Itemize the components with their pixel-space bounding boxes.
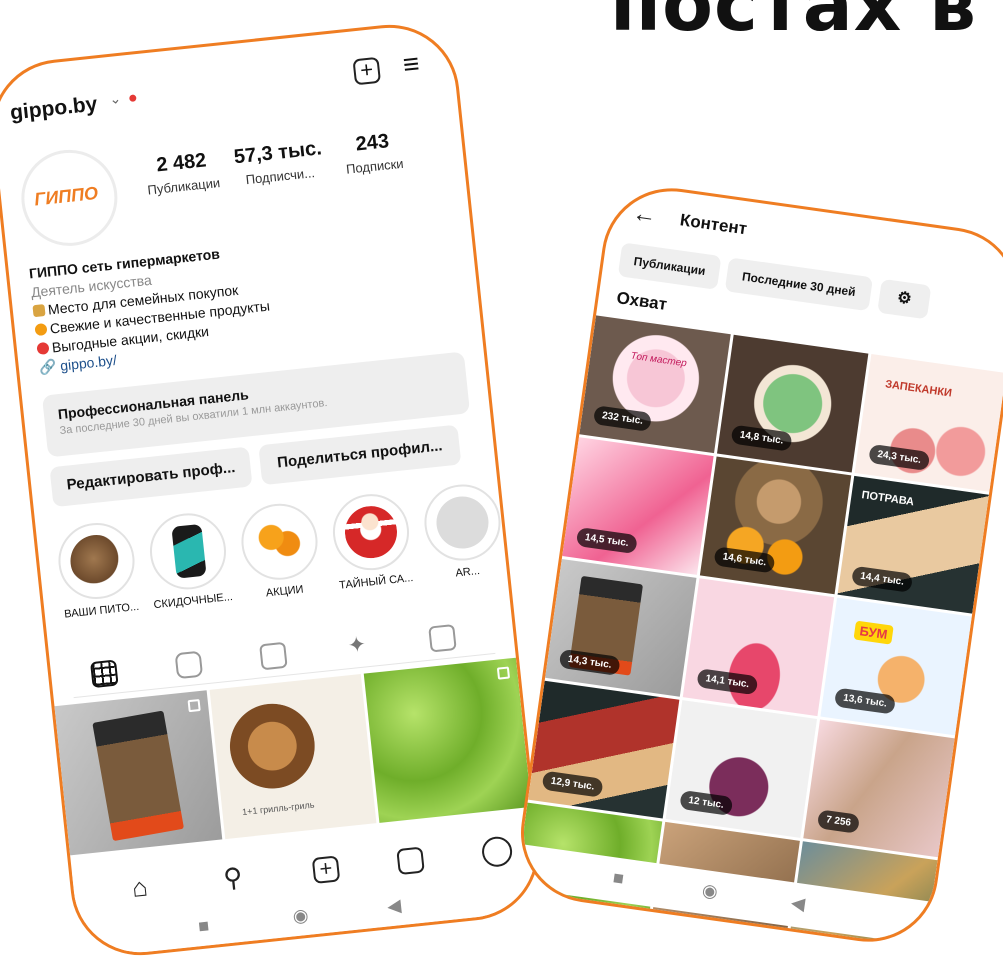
avatar[interactable]: ГИППО bbox=[16, 145, 123, 251]
post-tile[interactable] bbox=[364, 657, 532, 823]
post-tile[interactable]: 1+1 грилль-гриль bbox=[209, 673, 377, 840]
link-icon: 🔗 bbox=[38, 357, 62, 376]
filter-sliders-icon[interactable]: ⚙ bbox=[877, 278, 932, 320]
avatar-logo: ГИППО bbox=[33, 182, 99, 210]
reach-badge: 14,4 тыс. bbox=[851, 565, 914, 593]
highlight-label: СКИДОЧНЫЕ... bbox=[153, 590, 234, 612]
orange-icon bbox=[34, 322, 48, 337]
reach-badge: 14,5 тыс. bbox=[575, 526, 638, 555]
stat-value: 243 bbox=[354, 130, 391, 156]
reach-badge: 14,1 тыс. bbox=[696, 668, 759, 696]
reach-label: Охват bbox=[615, 288, 669, 315]
santa-image bbox=[342, 503, 400, 561]
home-button-icon[interactable]: ◉ bbox=[701, 880, 719, 903]
home-icon[interactable]: ⌂ bbox=[130, 872, 149, 904]
dish-image bbox=[225, 699, 319, 793]
reels-tab-icon[interactable] bbox=[174, 650, 204, 680]
highlight-item[interactable]: AR... bbox=[416, 480, 511, 582]
page-heading: постах в bbox=[610, 0, 977, 48]
recents-icon[interactable]: ■ bbox=[197, 915, 210, 937]
post-overlay-text: 1+1 грилль-гриль bbox=[241, 799, 315, 818]
reach-badge: 13,6 тыс. bbox=[833, 687, 897, 715]
guides-tab-icon[interactable] bbox=[259, 641, 288, 671]
basket-icon bbox=[32, 304, 46, 318]
post-tile[interactable]: 7 256 bbox=[803, 719, 955, 858]
reach-badge: 14,6 тыс. bbox=[713, 546, 776, 574]
post-tile[interactable]: ПОТРАВА 14,4 тыс. bbox=[837, 475, 989, 614]
multi-post-icon bbox=[187, 699, 201, 713]
casserole-title: ЗАПЕКАНКИ bbox=[884, 378, 953, 400]
profile-phone: gippo.by ⌄ + ≡ ГИППО 2 482 Публикации 57… bbox=[0, 17, 546, 963]
stat-label: Подписки bbox=[345, 155, 405, 177]
post-tile[interactable]: ЗАПЕКАНКИ 24,3 тыс. bbox=[854, 354, 1003, 492]
post-tile[interactable] bbox=[54, 690, 222, 856]
back-icon[interactable]: ◀ bbox=[790, 892, 806, 915]
post-tile[interactable]: 14,3 тыс. bbox=[545, 558, 697, 697]
recents-icon[interactable]: ■ bbox=[611, 867, 626, 889]
chevron-down-icon[interactable]: ⌄ bbox=[108, 90, 121, 108]
sparkle-tab-icon[interactable]: ✦ bbox=[346, 631, 367, 659]
reach-badge: 12,9 тыс. bbox=[541, 770, 604, 798]
content-phone: ← Контент Публикации Последние 30 дней ⚙… bbox=[511, 179, 1003, 951]
highlight-cover bbox=[54, 519, 139, 603]
post-tile[interactable]: 14,1 тыс. bbox=[682, 578, 835, 717]
home-button-icon[interactable]: ◉ bbox=[292, 905, 310, 928]
bum-badge: БУМ bbox=[853, 620, 894, 645]
post-tile[interactable]: 12,9 тыс. bbox=[527, 680, 680, 819]
post-tile[interactable]: Топ мастер 232 тыс. bbox=[579, 315, 731, 454]
cake-text: Топ мастер bbox=[629, 350, 688, 370]
highlight-item[interactable]: СКИДОЧНЫЕ... bbox=[141, 509, 236, 611]
stat-posts[interactable]: 2 482 Публикации bbox=[135, 147, 229, 198]
reach-badge: 12 тыс. bbox=[679, 789, 734, 816]
post-tile[interactable]: БУМ 13,6 тыс. bbox=[820, 597, 972, 736]
username[interactable]: gippo.by bbox=[9, 92, 99, 125]
edit-profile-button[interactable]: Редактировать проф... bbox=[49, 446, 253, 508]
highlight-cover bbox=[420, 480, 505, 565]
reach-badge: 14,8 тыс. bbox=[730, 424, 793, 452]
highlight-item[interactable]: АКЦИИ bbox=[233, 499, 328, 601]
notification-dot bbox=[128, 94, 137, 103]
create-post-icon[interactable]: + bbox=[311, 855, 341, 884]
highlight-item[interactable]: ВАШИ ПИТО... bbox=[50, 519, 145, 621]
phone-image bbox=[171, 523, 207, 579]
share-profile-button[interactable]: Поделиться профил... bbox=[258, 424, 462, 486]
profile-icon[interactable] bbox=[480, 835, 514, 869]
reach-badge: 7 256 bbox=[816, 809, 861, 834]
search-icon[interactable]: ⚲ bbox=[222, 862, 244, 895]
highlight-label: АКЦИИ bbox=[265, 583, 305, 600]
reels-icon[interactable] bbox=[396, 846, 425, 876]
highlight-cover bbox=[329, 490, 413, 574]
post-tile[interactable]: 14,5 тыс. bbox=[562, 437, 714, 575]
post-tile[interactable]: 14,6 тыс. bbox=[699, 456, 852, 595]
back-arrow-icon[interactable]: ← bbox=[631, 200, 659, 231]
hamster-image bbox=[67, 532, 126, 590]
reach-badge: 24,3 тыс. bbox=[868, 443, 931, 472]
highlight-cover bbox=[146, 509, 230, 594]
grill-poster bbox=[92, 710, 185, 842]
grid-tab-icon[interactable] bbox=[90, 659, 119, 689]
page-title: Контент bbox=[678, 210, 749, 239]
menu-icon[interactable]: ≡ bbox=[401, 48, 420, 81]
multi-post-icon bbox=[496, 666, 511, 680]
ar-image bbox=[433, 493, 492, 552]
stat-following[interactable]: 243 Подписки bbox=[331, 128, 415, 178]
tangerine-image bbox=[250, 513, 309, 571]
stat-followers[interactable]: 57,3 тыс. Подписчи... bbox=[232, 137, 326, 188]
tagged-tab-icon[interactable] bbox=[428, 623, 457, 653]
highlight-item[interactable]: ТАЙНЫЙ СА... bbox=[324, 490, 419, 592]
reach-badge: 232 тыс. bbox=[592, 405, 653, 432]
bio-link-text: gippo.by/ bbox=[59, 351, 118, 374]
post-tile[interactable]: 12 тыс. bbox=[665, 700, 818, 838]
highlight-label: ВАШИ ПИТО... bbox=[63, 600, 140, 621]
highlight-cover bbox=[237, 500, 322, 584]
back-icon[interactable]: ◀ bbox=[386, 895, 402, 917]
highlight-label: ТАЙНЫЙ СА... bbox=[338, 572, 414, 592]
post-tile[interactable]: 14,8 тыс. bbox=[716, 334, 869, 473]
red-circle-icon bbox=[36, 341, 50, 356]
patrava-title: ПОТРАВА bbox=[860, 489, 915, 509]
create-icon[interactable]: + bbox=[352, 56, 382, 86]
highlight-label: AR... bbox=[454, 565, 481, 580]
